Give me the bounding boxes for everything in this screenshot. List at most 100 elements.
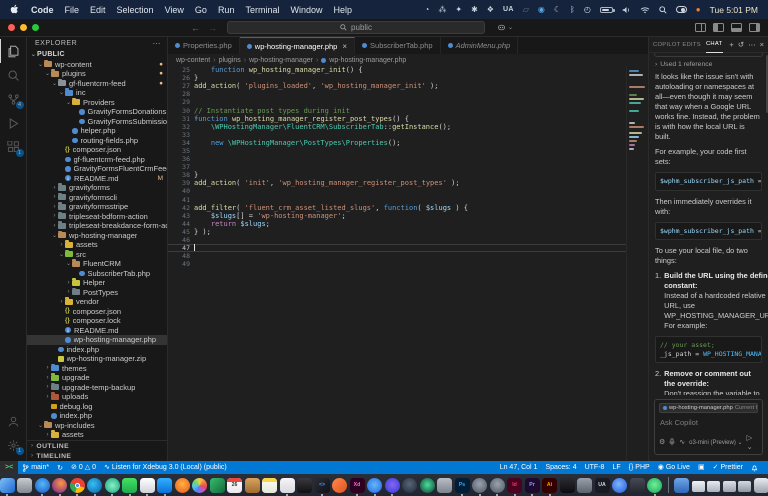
- tree-folder-helper[interactable]: ›Helper: [27, 278, 167, 288]
- dock-archive-utility[interactable]: [577, 478, 592, 493]
- dock-minimized-window-1[interactable]: [692, 481, 705, 492]
- dock-pages[interactable]: [280, 478, 295, 493]
- code-line-28[interactable]: 28: [168, 90, 648, 98]
- network-nodes-icon[interactable]: ⁂: [438, 6, 446, 14]
- menu-item-terminal[interactable]: Terminal: [245, 5, 279, 15]
- cursor-position-status[interactable]: Ln 47, Col 1: [496, 461, 542, 474]
- dock-whatsapp[interactable]: [122, 478, 137, 493]
- code-line-42[interactable]: 42⌄add_filter( 'fluent_crm_asset_listed_…: [168, 204, 648, 212]
- tree-item-public[interactable]: ⌄PUBLIC: [27, 50, 167, 60]
- php-server-status[interactable]: ▣: [694, 461, 709, 474]
- dock-downloads-stack[interactable]: [674, 478, 689, 493]
- encoding-status[interactable]: UTF-8: [581, 461, 609, 474]
- fold-chevron-icon[interactable]: ⌄: [195, 204, 198, 210]
- clock-app-icon[interactable]: ◴: [584, 6, 591, 14]
- toggle-sidebar-icon[interactable]: [713, 23, 724, 32]
- menu-item-help[interactable]: Help: [333, 5, 352, 15]
- tree-folder-gravityforms[interactable]: ›gravityforms: [27, 183, 167, 193]
- remote-indicator[interactable]: ><: [0, 461, 18, 474]
- record-dot-icon[interactable]: ●: [696, 6, 701, 14]
- explorer-more-actions-icon[interactable]: ⋯: [153, 39, 162, 48]
- tree-folder-upgrade[interactable]: ›upgrade: [27, 373, 167, 383]
- inactive-pill-icon[interactable]: ▱: [523, 6, 529, 14]
- camera-assist-icon[interactable]: ◉: [538, 6, 545, 14]
- new-chat-icon[interactable]: +: [729, 40, 733, 49]
- dock-minimized-window-3[interactable]: [723, 481, 736, 492]
- code-line-46[interactable]: 46: [168, 236, 648, 244]
- go-live-status[interactable]: ◉Go Live: [654, 461, 694, 474]
- close-panel-icon[interactable]: ×: [760, 40, 764, 49]
- code-line-49[interactable]: 49: [168, 260, 648, 268]
- menu-item-window[interactable]: Window: [290, 5, 322, 15]
- tree-item-wp-hosting-manager-zip[interactable]: wp-hosting-manager.zip: [27, 354, 167, 364]
- activity-extensions[interactable]: 1: [0, 135, 27, 159]
- dock-vscode[interactable]: <>: [315, 478, 330, 493]
- tree-item-debug-log[interactable]: debug.log: [27, 402, 167, 412]
- tree-folder-tripleseat-bdform-action[interactable]: ›tripleseat-bdform-action: [27, 212, 167, 222]
- code-line-25[interactable]: 25 function wp_hosting_manager_init() {: [168, 66, 648, 74]
- tree-folder-posttypes[interactable]: ›PostTypes: [27, 288, 167, 298]
- chat-code-block[interactable]: $wphm_subscriber_js_path = '/wp-c: [655, 172, 762, 191]
- debug-listen-status[interactable]: ∿Listen for Xdebug 3.0 (Local) (public): [100, 461, 231, 474]
- tree-item-composer-json[interactable]: {}composer.json: [27, 145, 167, 155]
- more-actions-icon[interactable]: ⋯: [748, 40, 756, 49]
- dock-app-store[interactable]: [157, 478, 172, 493]
- tree-item-gravityformsdonations-php[interactable]: GravityFormsDonations.php: [27, 107, 167, 117]
- tree-folder-themes[interactable]: ›themes: [27, 364, 167, 374]
- dock-textedit[interactable]: [140, 478, 155, 493]
- dock-excel[interactable]: [210, 478, 225, 493]
- tree-folder-providers[interactable]: ⌄Providers: [27, 98, 167, 108]
- dock-avatar-app-2[interactable]: [490, 478, 505, 493]
- dock-android-studio[interactable]: [420, 478, 435, 493]
- menu-item-view[interactable]: View: [165, 5, 184, 15]
- apple-logo-icon[interactable]: [10, 4, 20, 15]
- code-line-32[interactable]: 32 \WPHostingManager\FluentCRM\Subscribe…: [168, 123, 648, 131]
- dock-postman[interactable]: [332, 478, 347, 493]
- dock-ftp-folder[interactable]: [437, 478, 452, 493]
- spotlight-search-icon[interactable]: [659, 6, 667, 14]
- tree-folder-gravityformsstripe[interactable]: ›gravityformsstripe: [27, 202, 167, 212]
- close-window-button[interactable]: [8, 24, 15, 31]
- command-center-search[interactable]: public: [227, 21, 485, 34]
- problems-status[interactable]: ⊘0△0: [67, 461, 100, 474]
- dock-apple-tv[interactable]: [297, 478, 312, 493]
- tree-item-composer-json[interactable]: {}composer.json: [27, 307, 167, 317]
- activity-accounts[interactable]: [0, 409, 27, 433]
- activity-run-and-debug[interactable]: [0, 111, 27, 135]
- tree-folder-fluentcrm[interactable]: ⌄FluentCRM: [27, 259, 167, 269]
- tree-item-gravityformsfluentcrmfeedaddon-php[interactable]: GravityFormsFluentCrmFeedAddon.php: [27, 164, 167, 174]
- volume-icon[interactable]: [622, 6, 631, 14]
- tree-item-routing-fields-php[interactable]: routing-fields.php: [27, 136, 167, 146]
- code-line-41[interactable]: 41: [168, 196, 648, 204]
- minimize-window-button[interactable]: [20, 24, 27, 31]
- send-button[interactable]: ▷ ⌄: [747, 433, 758, 451]
- menu-item-selection[interactable]: Selection: [117, 5, 154, 15]
- code-line-43[interactable]: 43 $slugs[] = 'wp-hosting-manager';: [168, 212, 648, 220]
- close-tab-icon[interactable]: ×: [342, 42, 347, 51]
- tree-item-gravityformssubmissions-php[interactable]: GravityFormsSubmissions.php: [27, 117, 167, 127]
- snap-icon[interactable]: ✱: [471, 6, 478, 14]
- dock-calendar[interactable]: 26: [227, 478, 242, 493]
- menu-item-edit[interactable]: Edit: [90, 5, 106, 15]
- chat-attachment-chip[interactable]: wp-hosting-manager.phpCurrent file: [659, 403, 758, 413]
- menu-item-go[interactable]: Go: [195, 5, 207, 15]
- dock-ua-app[interactable]: UA: [595, 478, 610, 493]
- history-icon[interactable]: ↺: [738, 40, 744, 49]
- dock-premiere[interactable]: Pr: [525, 478, 540, 493]
- code-line-38[interactable]: 38}: [168, 171, 648, 179]
- chat-tab-chat[interactable]: CHAT: [706, 37, 723, 53]
- dock-docker[interactable]: [367, 478, 382, 493]
- code-editor[interactable]: 25 function wp_hosting_manager_init() { 2…: [168, 66, 648, 461]
- dock-minimized-window-4[interactable]: [738, 481, 751, 492]
- mic-icon[interactable]: [669, 438, 675, 446]
- wifi-icon[interactable]: [640, 6, 650, 14]
- editor-tab-adminmenu-php[interactable]: AdminMenu.php: [441, 37, 519, 54]
- dock-media-app[interactable]: [630, 478, 645, 493]
- tree-item-readme-md[interactable]: iREADME.mdM: [27, 174, 167, 184]
- menu-item-file[interactable]: File: [65, 5, 80, 15]
- split-editor-icon[interactable]: [695, 23, 706, 32]
- code-line-37[interactable]: 37: [168, 163, 648, 171]
- code-line-47[interactable]: 47: [168, 244, 648, 252]
- dock-green-orb[interactable]: [647, 478, 662, 493]
- editor-tab-properties-php[interactable]: Properties.php: [168, 37, 240, 54]
